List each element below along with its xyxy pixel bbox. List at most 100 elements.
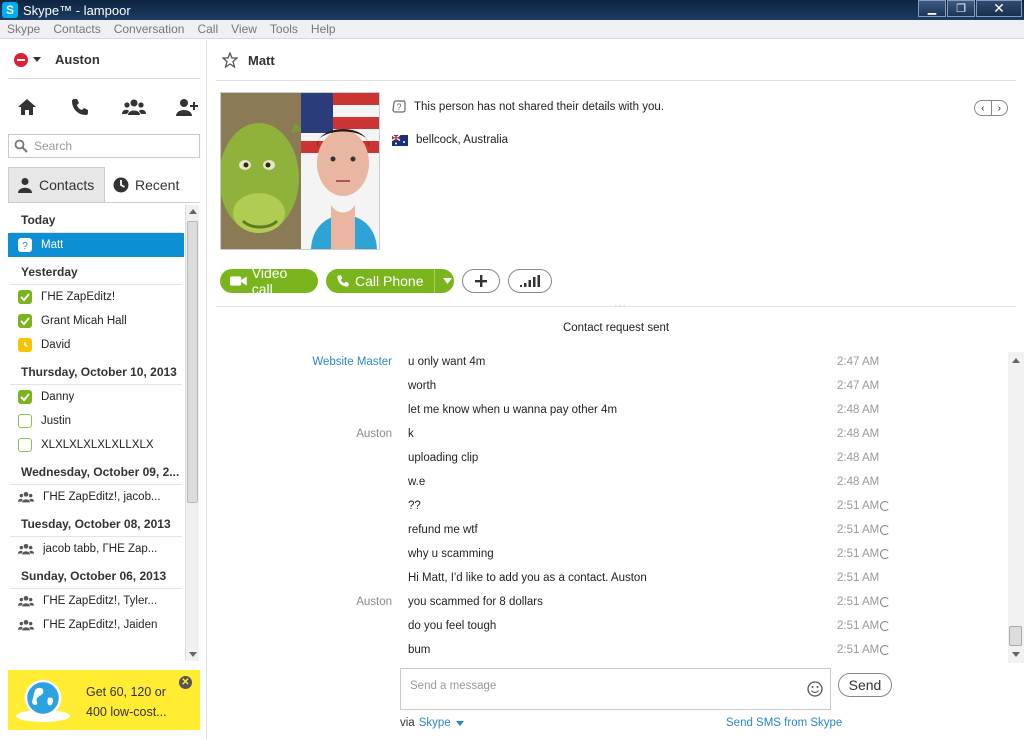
- menu-conversation[interactable]: Conversation: [114, 22, 185, 36]
- message-row[interactable]: bum 2:51 AM: [208, 640, 1008, 664]
- plus-icon: [475, 275, 487, 287]
- group-chat-icon: [18, 491, 34, 503]
- recent-contact-item[interactable]: XLXLXLXLXLXLLXLX: [8, 433, 184, 457]
- promo-banner[interactable]: Get 60, 120 or 400 low-cost... ✕: [8, 670, 200, 730]
- recent-contact-item[interactable]: Justin: [8, 409, 184, 433]
- message-sender: Auston: [356, 596, 392, 608]
- group-icon[interactable]: [119, 95, 149, 119]
- recent-contact-item[interactable]: Grant Micah Hall: [8, 309, 184, 333]
- message-text: refund me wtf: [408, 524, 478, 536]
- do-not-disturb-icon[interactable]: [14, 52, 28, 67]
- video-call-label: Video call: [251, 265, 288, 297]
- close-icon[interactable]: ✕: [179, 676, 192, 689]
- star-icon[interactable]: [222, 52, 238, 68]
- message-row[interactable]: ?? 2:51 AM: [208, 496, 1008, 520]
- close-button[interactable]: ✕: [976, 0, 1022, 17]
- contacts-scrollbar[interactable]: [185, 205, 199, 661]
- menu-contacts[interactable]: Contacts: [53, 22, 100, 36]
- scrollbar-thumb[interactable]: [187, 221, 198, 503]
- recent-contact-item[interactable]: jacob tabb, ΓΗΕ Zap...: [8, 537, 184, 561]
- menu-help[interactable]: Help: [311, 22, 336, 36]
- message-text: do you feel tough: [408, 620, 497, 632]
- recent-contact-item[interactable]: ? Matt: [8, 233, 184, 257]
- call-phone-dropdown[interactable]: [433, 269, 452, 293]
- messages-scrollbar[interactable]: [1008, 352, 1024, 663]
- send-button[interactable]: Send: [838, 673, 892, 697]
- nav-icons: [12, 95, 202, 119]
- globe-icon: [16, 679, 70, 722]
- divider: [8, 78, 200, 79]
- message-timestamp: 2:51 AM: [837, 524, 880, 536]
- scroll-up-icon[interactable]: [189, 209, 197, 214]
- minimize-button[interactable]: ▁: [918, 0, 946, 17]
- scroll-up-icon[interactable]: [1012, 358, 1020, 363]
- message-row[interactable]: Auston k 2:48 AM: [208, 424, 1008, 448]
- add-contact-icon[interactable]: [172, 95, 202, 119]
- add-participant-button[interactable]: [462, 269, 500, 293]
- phone-icon[interactable]: [65, 95, 95, 119]
- prev-button[interactable]: ‹: [975, 101, 992, 115]
- privacy-info-text: This person has not shared their details…: [414, 101, 664, 113]
- message-sender[interactable]: Website Master: [312, 356, 392, 368]
- menu-skype[interactable]: Skype: [7, 22, 40, 36]
- recent-contact-item[interactable]: ΓΗΕ ZapEditz!, Jaiden: [8, 613, 184, 637]
- profile-name[interactable]: Auston: [55, 52, 100, 67]
- message-input[interactable]: Send a message: [400, 668, 831, 710]
- scroll-down-icon[interactable]: [189, 652, 197, 657]
- message-timestamp: 2:51 AM: [837, 500, 880, 512]
- contact-avatar: [220, 92, 380, 250]
- emoticon-icon[interactable]: [807, 681, 823, 697]
- contact-name: ΓΗΕ ZapEditz!, Tyler...: [43, 595, 158, 607]
- menu-view[interactable]: View: [231, 22, 257, 36]
- recent-contact-item[interactable]: ΓΗΕ ZapEditz!, jacob...: [8, 485, 184, 509]
- australia-flag-icon: [392, 134, 408, 146]
- scrollbar-thumb[interactable]: [1009, 626, 1022, 646]
- message-timestamp: 2:51 AM: [837, 620, 880, 632]
- message-row[interactable]: uploading clip 2:48 AM: [208, 448, 1008, 472]
- contact-name: Danny: [41, 391, 75, 403]
- message-row[interactable]: Auston you scammed for 8 dollars 2:51 AM: [208, 592, 1008, 616]
- message-text: let me know when u wanna pay other 4m: [408, 404, 618, 416]
- search-input[interactable]: Search: [8, 134, 200, 158]
- scroll-down-icon[interactable]: [1012, 652, 1020, 657]
- sending-spinner-icon: [880, 621, 890, 631]
- tab-contacts[interactable]: Contacts: [8, 167, 105, 202]
- chevron-down-icon[interactable]: [33, 57, 41, 62]
- tab-recent[interactable]: Recent: [105, 167, 200, 202]
- menu-tools[interactable]: Tools: [270, 22, 298, 36]
- next-button[interactable]: ›: [992, 101, 1008, 115]
- recent-contact-item[interactable]: David: [8, 333, 184, 357]
- privacy-info: ? This person has not shared their detai…: [392, 100, 664, 114]
- contact-name: Justin: [41, 415, 72, 427]
- restore-button[interactable]: ❐: [947, 0, 975, 17]
- date-group-header: Thursday, October 10, 2013: [10, 357, 182, 385]
- recent-contact-item[interactable]: ΓΗΕ ZapEditz!: [8, 285, 184, 309]
- menu-call[interactable]: Call: [197, 22, 218, 36]
- video-call-button[interactable]: Video call: [220, 265, 318, 297]
- message-row[interactable]: w.e 2:48 AM: [208, 472, 1008, 496]
- pane-resize-handle[interactable]: ...: [614, 296, 627, 310]
- chevron-down-icon[interactable]: [455, 720, 464, 726]
- question-mark-icon: ?: [392, 100, 406, 113]
- home-icon[interactable]: [12, 95, 42, 119]
- message-row[interactable]: Website Master u only want 4m 2:47 AM: [208, 352, 1008, 376]
- title-bar: S Skype™ - lampoor ▁ ❐ ✕: [0, 0, 1024, 20]
- recent-contact-item[interactable]: Danny: [8, 385, 184, 409]
- sending-spinner-icon: [880, 525, 890, 535]
- message-row[interactable]: let me know when u wanna pay other 4m 2:4…: [208, 400, 1008, 424]
- message-row[interactable]: worth 2:47 AM: [208, 376, 1008, 400]
- message-row[interactable]: refund me wtf 2:51 AM: [208, 520, 1008, 544]
- message-row[interactable]: do you feel tough 2:51 AM: [208, 616, 1008, 640]
- menu-bar: Skype Contacts Conversation Call View To…: [0, 20, 1024, 39]
- profile-status[interactable]: Auston: [14, 52, 100, 67]
- call-phone-label: Call Phone: [355, 273, 424, 289]
- message-row[interactable]: Hi Matt, I'd like to add you as a contac…: [208, 568, 1008, 592]
- call-phone-button[interactable]: Call Phone: [326, 269, 454, 293]
- call-quality-button[interactable]: [508, 269, 552, 293]
- message-text: w.e: [408, 476, 426, 488]
- send-sms-link[interactable]: Send SMS from Skype: [726, 717, 842, 729]
- skype-logo-icon: S: [2, 2, 18, 18]
- via-service-link[interactable]: Skype: [419, 717, 451, 729]
- message-row[interactable]: why u scamming 2:51 AM: [208, 544, 1008, 568]
- recent-contact-item[interactable]: ΓΗΕ ZapEditz!, Tyler...: [8, 589, 184, 613]
